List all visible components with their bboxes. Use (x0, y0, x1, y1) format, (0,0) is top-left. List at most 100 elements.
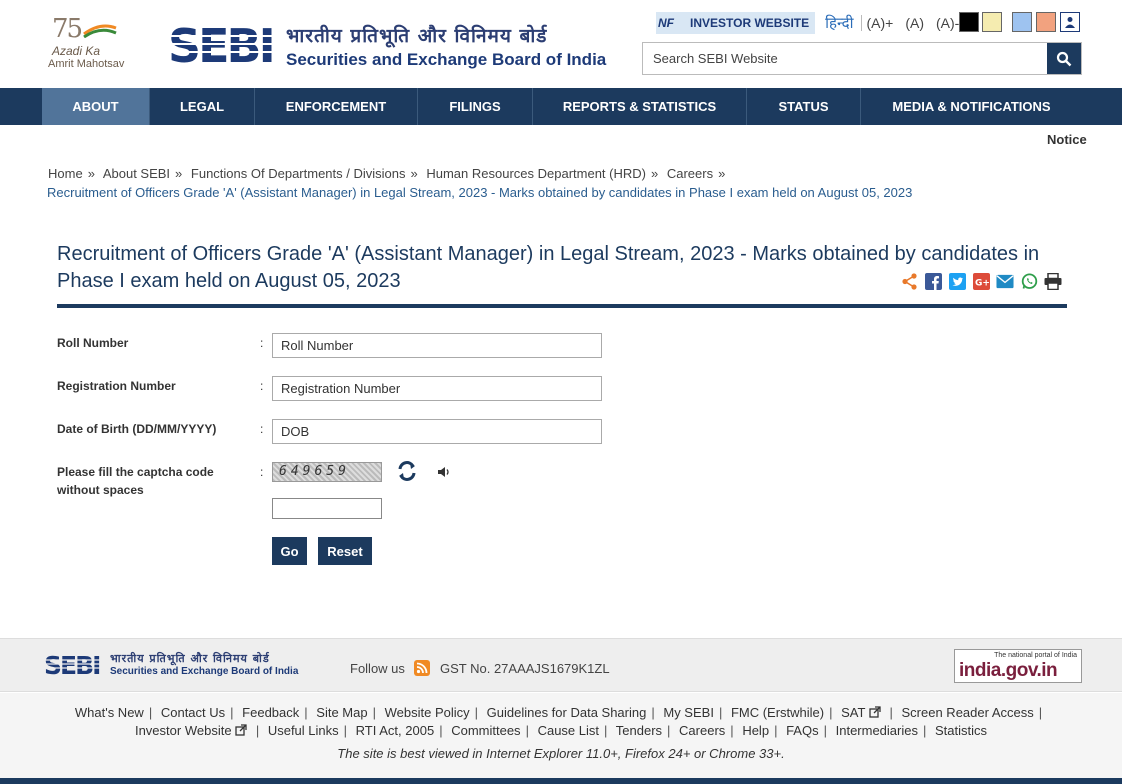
email-icon[interactable] (996, 272, 1014, 290)
investor-website-label: INVESTOR WEBSITE (690, 16, 810, 30)
share-bar: G+ (900, 272, 1062, 290)
whatsapp-icon[interactable] (1020, 272, 1038, 290)
registration-number-label: Registration Number (57, 379, 176, 393)
sebi-hindi-name: भारतीय प्रतिभूति और विनिमय बोर्ड (286, 25, 548, 47)
theme-black-button[interactable] (959, 12, 979, 32)
search-input[interactable] (643, 43, 1047, 74)
nav-legal[interactable]: LEGAL (150, 88, 255, 125)
footer-link[interactable]: SAT (841, 705, 865, 720)
breadcrumb-current: Recruitment of Officers Grade 'A' (Assis… (47, 185, 913, 200)
dob-input[interactable] (272, 419, 602, 444)
nav-media-notifications[interactable]: MEDIA & NOTIFICATIONS (861, 88, 1082, 125)
site-header: 75 Azadi Ka Amrit Mahotsav SEBI भारतीय प… (0, 0, 1122, 88)
breadcrumb-functions[interactable]: Functions Of Departments / Divisions (191, 166, 406, 181)
footer-link[interactable]: Site Map (316, 705, 367, 720)
theme-blue-button[interactable] (1012, 12, 1032, 32)
captcha-image: 649659 (272, 462, 382, 482)
footer-link[interactable]: Cause List (538, 723, 599, 738)
sebi-name: भारतीय प्रतिभूति और विनिमय बोर्ड Securit… (286, 22, 606, 70)
external-link-icon (235, 724, 247, 736)
footer-link[interactable]: Guidelines for Data Sharing (487, 705, 647, 720)
azadi-line2: Amrit Mahotsav (48, 58, 125, 70)
footer-bottom-bar (0, 778, 1122, 784)
flag-swoosh-icon (83, 24, 117, 38)
nav-reports-statistics[interactable]: REPORTS & STATISTICS (533, 88, 747, 125)
twitter-icon[interactable] (948, 272, 966, 290)
site-search (642, 42, 1082, 75)
azadi-line1: Azadi Ka (52, 44, 101, 58)
nav-status[interactable]: STATUS (747, 88, 861, 125)
browser-note: The site is best viewed in Internet Expl… (337, 746, 785, 761)
registration-number-input[interactable] (272, 376, 602, 401)
font-increase-button[interactable]: (A)+ (861, 15, 893, 31)
footer-link[interactable]: Screen Reader Access (902, 705, 1034, 720)
main-nav: ABOUT LEGAL ENFORCEMENT FILINGS REPORTS … (0, 88, 1122, 125)
footer-english-name: Securities and Exchange Board of India (110, 666, 299, 677)
footer-links: What's New | Contact Us | Feedback | Site M… (0, 693, 1122, 778)
roll-number-input[interactable] (272, 333, 602, 358)
investor-website-button[interactable]: NF INVESTOR WEBSITE (656, 12, 816, 34)
footer-link[interactable]: Website Policy (385, 705, 470, 720)
nav-enforcement[interactable]: ENFORCEMENT (255, 88, 418, 125)
footer-sebi-logo[interactable]: SEBI (43, 651, 105, 677)
share-icon[interactable] (900, 272, 918, 290)
footer-link[interactable]: Careers (679, 723, 725, 738)
title-divider (57, 304, 1067, 308)
notice-ticker[interactable]: Notice (1047, 132, 1087, 147)
follow-us-label: Follow us (350, 661, 405, 676)
footer-link[interactable]: FMC (Erstwhile) (731, 705, 824, 720)
font-normal-button[interactable]: (A) (901, 15, 924, 31)
roll-number-label: Roll Number (57, 336, 129, 350)
theme-orange-button[interactable] (1036, 12, 1056, 32)
sebi-logo[interactable]: SEBI (166, 20, 278, 68)
footer-link[interactable]: Help (742, 723, 769, 738)
breadcrumb-about-sebi[interactable]: About SEBI (103, 166, 170, 181)
hindi-link[interactable]: हिन्दी (825, 13, 853, 33)
footer-link[interactable]: Feedback (242, 705, 299, 720)
theme-yellow-button[interactable] (982, 12, 1002, 32)
footer-link[interactable]: Statistics (935, 723, 987, 738)
footer-link[interactable]: Contact Us (161, 705, 225, 720)
top-utility-bar: NF INVESTOR WEBSITE हिन्दी (A)+ (A) (A)- (656, 12, 959, 34)
azadi-ka-amrit-mahotsav-logo[interactable]: 75 Azadi Ka Amrit Mahotsav (44, 14, 144, 74)
svg-text:G+: G+ (975, 278, 990, 288)
nav-about[interactable]: ABOUT (42, 88, 150, 125)
breadcrumb: Home» About SEBI» Functions Of Departmen… (48, 166, 726, 181)
india-gov-tagline: The national portal of India (994, 652, 1077, 659)
footer-link[interactable]: FAQs (786, 723, 819, 738)
india-gov-logo[interactable]: The national portal of India india.gov.i… (954, 649, 1082, 683)
rss-icon[interactable] (414, 660, 430, 676)
captcha-label: Please fill the captcha code without spa… (57, 465, 214, 497)
search-button[interactable] (1047, 43, 1081, 74)
breadcrumb-home[interactable]: Home (48, 166, 83, 181)
refresh-captcha-icon[interactable] (396, 460, 418, 482)
user-icon[interactable] (1060, 12, 1080, 32)
captcha-input[interactable] (272, 498, 382, 519)
footer-hindi-name: भारतीय प्रतिभूति और विनिमय बोर्ड (110, 652, 270, 665)
footer-link[interactable]: RTI Act, 2005 (356, 723, 435, 738)
footer-link[interactable]: Investor Website (135, 723, 232, 738)
footer-link[interactable]: My SEBI (663, 705, 714, 720)
breadcrumb-hrd[interactable]: Human Resources Department (HRD) (426, 166, 646, 181)
footer-link[interactable]: Tenders (616, 723, 662, 738)
go-button[interactable]: Go (272, 537, 307, 565)
sebi-english-name: Securities and Exchange Board of India (286, 50, 607, 69)
footer-link[interactable]: Useful Links (268, 723, 339, 738)
print-icon[interactable] (1044, 272, 1062, 290)
audio-captcha-icon[interactable] (437, 465, 451, 479)
search-icon (1056, 51, 1072, 66)
google-plus-icon[interactable]: G+ (972, 272, 990, 290)
azadi-number: 75 (52, 14, 83, 44)
dob-label: Date of Birth (DD/MM/YYYY) (57, 422, 217, 436)
footer-top: SEBI भारतीय प्रतिभूति और विनिमय बोर्ड Se… (0, 638, 1122, 692)
reset-button[interactable]: Reset (318, 537, 372, 565)
nav-filings[interactable]: FILINGS (418, 88, 533, 125)
footer-link[interactable]: Intermediaries (836, 723, 918, 738)
footer-link[interactable]: What's New (75, 705, 144, 720)
breadcrumb-careers[interactable]: Careers (667, 166, 713, 181)
footer-links-row1: What's New | Contact Us | Feedback | Site M… (74, 705, 1043, 720)
footer-link[interactable]: Committees (451, 723, 520, 738)
font-decrease-button[interactable]: (A)- (932, 15, 959, 31)
india-gov-text: india.gov.in (959, 660, 1058, 681)
facebook-icon[interactable] (924, 272, 942, 290)
